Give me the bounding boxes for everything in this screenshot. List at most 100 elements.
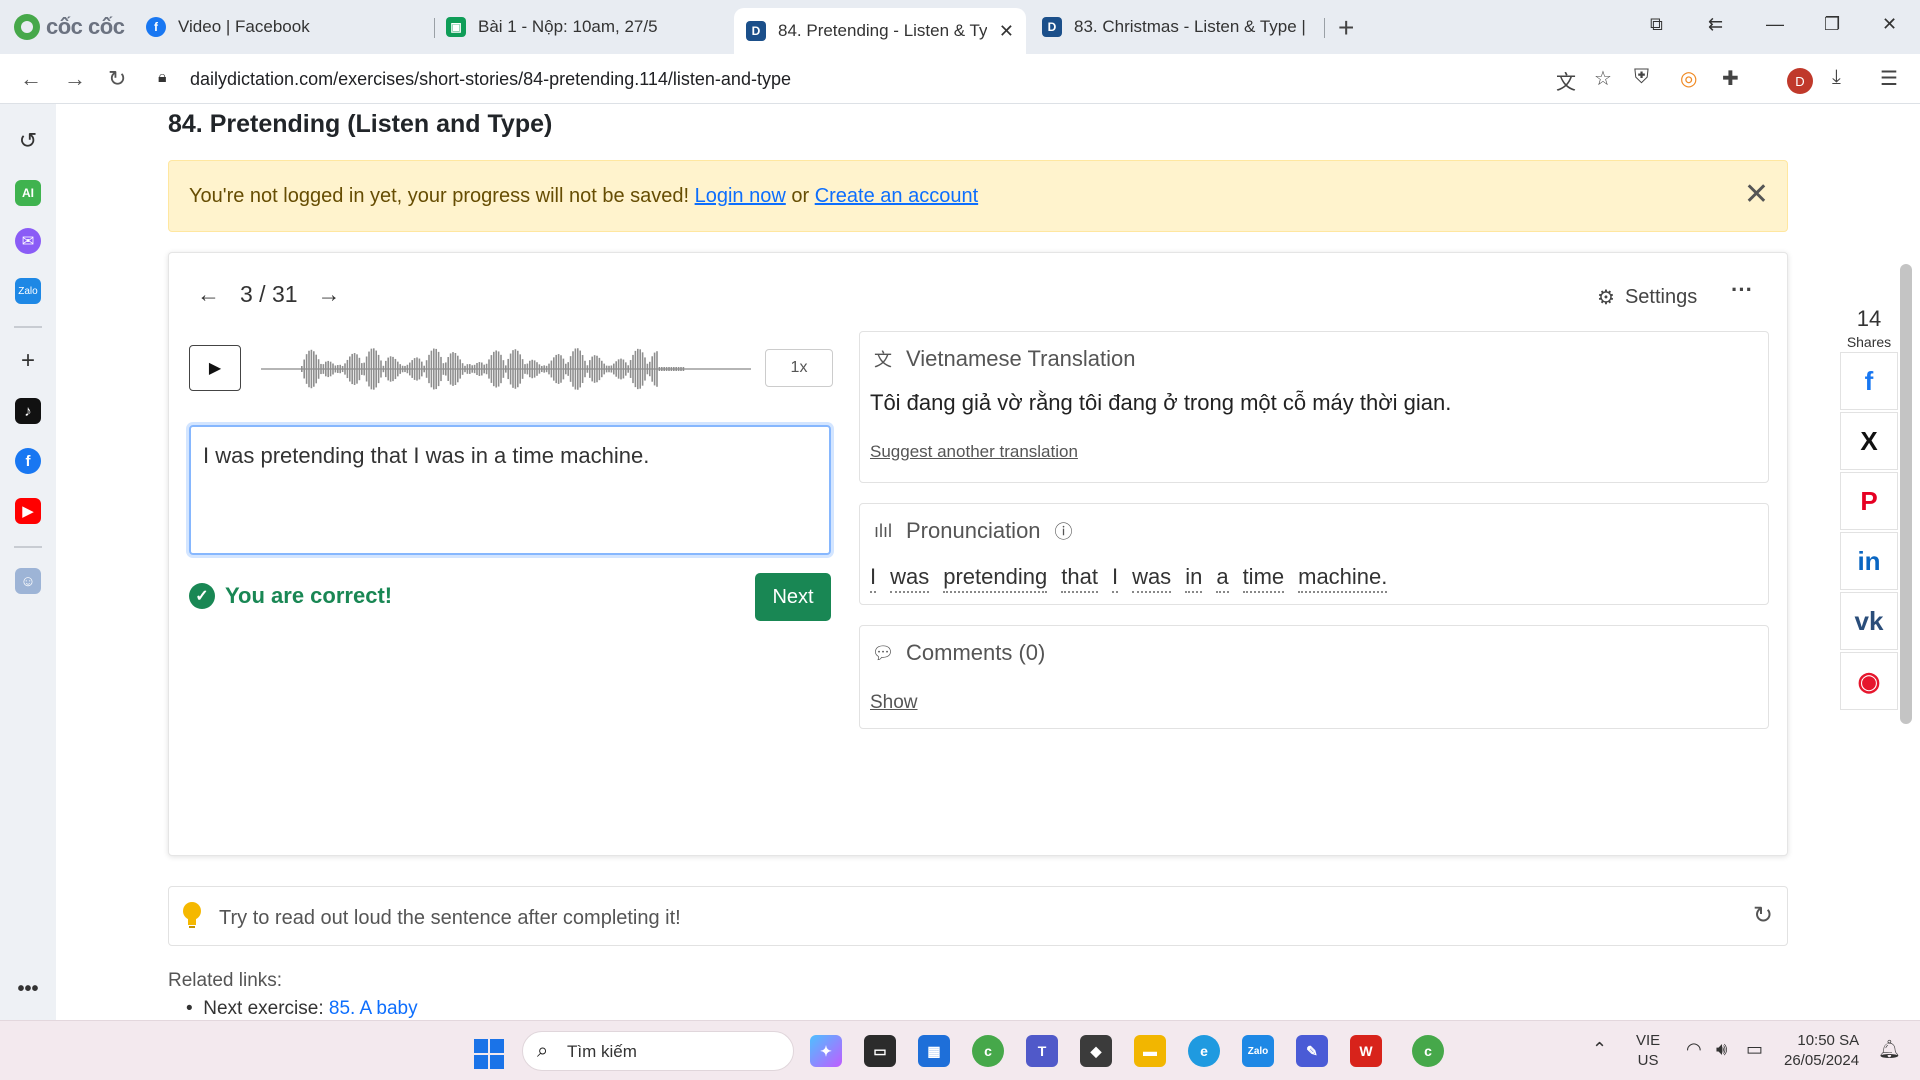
tab-list-icon[interactable]: ⇇ [1708, 14, 1723, 35]
app-cube-icon[interactable]: ◆ [1080, 1035, 1112, 1067]
tab-christmas[interactable]: D 83. Christmas - Listen & Type | Sh [1030, 8, 1320, 46]
waveform-bar [634, 350, 637, 388]
coccoc-taskbar-icon[interactable]: c [972, 1035, 1004, 1067]
next-button[interactable]: Next [755, 573, 831, 621]
playback-speed[interactable]: 1x [765, 349, 833, 387]
youtube-icon[interactable]: ▶ [15, 498, 41, 524]
windows-start-icon[interactable] [474, 1039, 504, 1069]
pronunciation-word[interactable]: I [1111, 564, 1119, 593]
pronunciation-word[interactable]: a [1216, 564, 1229, 593]
battery-icon[interactable]: ▭ [1746, 1039, 1763, 1060]
lock-icon[interactable]: 🔒︎ [158, 69, 167, 87]
pronunciation-word[interactable]: time [1242, 564, 1285, 593]
more-options-icon[interactable]: ··· [1731, 277, 1753, 303]
pronunciation-word[interactable]: machine. [1298, 564, 1388, 593]
store-icon[interactable]: ▦ [918, 1035, 950, 1067]
tab-pretending[interactable]: D 84. Pretending - Listen & Typ ✕ [734, 8, 1026, 54]
audio-waveform[interactable] [261, 345, 751, 393]
wps-icon[interactable]: W [1350, 1035, 1382, 1067]
close-tab-icon[interactable]: ✕ [999, 21, 1014, 42]
ai-icon[interactable]: AI [15, 180, 41, 206]
linkedin-share-button[interactable]: in [1840, 532, 1898, 590]
profile-avatar[interactable]: D [1787, 68, 1813, 94]
waveform-bar [301, 366, 303, 372]
next-exercise-link[interactable]: 85. A baby [329, 998, 418, 1019]
previous-arrow-icon[interactable]: ← [197, 281, 220, 308]
next-arrow-icon[interactable]: → [318, 281, 341, 308]
tray-chevron-icon[interactable]: ⌃ [1592, 1039, 1607, 1060]
tab-facebook[interactable]: f Video | Facebook [134, 8, 434, 46]
taskbar-clock[interactable]: 10:50 SA 26/05/2024 [1784, 1031, 1859, 1071]
file-explorer-icon[interactable]: ▬ [1134, 1035, 1166, 1067]
info-icon[interactable]: ⓘ [1051, 518, 1077, 544]
facebook-share-button[interactable]: f [1840, 352, 1898, 410]
language-indicator[interactable]: VIE US [1636, 1031, 1660, 1071]
messenger-icon[interactable]: ✉ [15, 228, 41, 254]
answer-textarea[interactable]: I was pretending that I was in a time ma… [189, 425, 831, 555]
pinterest-share-button[interactable]: P [1840, 472, 1898, 530]
game-avatar-icon[interactable]: ☺ [15, 568, 41, 594]
vk-share-button[interactable]: vk [1840, 592, 1898, 650]
login-link[interactable]: Login now [695, 185, 786, 207]
extensions-puzzle-icon[interactable]: ✚ [1722, 66, 1739, 91]
pronunciation-word[interactable]: was [890, 564, 930, 593]
minimize-icon[interactable]: — [1766, 14, 1784, 35]
play-button[interactable]: ▶ [189, 345, 241, 391]
close-alert-icon[interactable]: ✕ [1744, 177, 1769, 212]
waveform-bar [373, 348, 375, 390]
coccoc-logo[interactable]: cốc cốc [14, 12, 125, 42]
show-comments-link[interactable]: Show [870, 692, 918, 714]
task-view-icon[interactable]: ▭ [864, 1035, 896, 1067]
extension-ring-icon[interactable]: ◎ [1680, 66, 1697, 91]
history-icon[interactable]: ↺ [15, 128, 41, 154]
copilot-icon[interactable]: ✦ [810, 1035, 842, 1067]
taskbar-search[interactable]: ⌕ Tìm kiếm [522, 1031, 794, 1071]
pronunciation-word[interactable]: was [1132, 564, 1172, 593]
waveform-bar [380, 360, 382, 378]
brand-text: cốc cốc [46, 14, 125, 39]
new-tab-icon[interactable]: + [1338, 12, 1354, 44]
forward-icon[interactable]: → [64, 66, 86, 92]
suggest-translation-link[interactable]: Suggest another translation [870, 442, 1078, 462]
shield-extension-icon[interactable]: ⛨ [1634, 66, 1649, 89]
weibo-share-button[interactable]: ◉ [1840, 652, 1898, 710]
settings-button[interactable]: ⚙ Settings [1597, 285, 1697, 310]
volume-icon[interactable]: 🔊︎ [1716, 1039, 1727, 1060]
waveform-bar [517, 350, 519, 388]
coccoc-active-icon[interactable]: c [1412, 1035, 1444, 1067]
zalo-icon[interactable]: Zalo [1242, 1035, 1274, 1067]
tiktok-icon[interactable]: ♪ [15, 398, 41, 424]
restore-icon[interactable]: ❐ [1824, 14, 1840, 35]
facebook-icon[interactable]: f [15, 448, 41, 474]
pronunciation-word[interactable]: that [1061, 564, 1098, 593]
menu-icon[interactable]: ☰ [1880, 66, 1898, 91]
more-icon[interactable]: ••• [15, 976, 41, 1002]
waveform-bar [512, 350, 514, 388]
pen-app-icon[interactable]: ✎ [1296, 1035, 1328, 1067]
refresh-icon[interactable]: ↻ [1753, 901, 1773, 930]
edge-icon[interactable]: e [1188, 1035, 1220, 1067]
notification-bell-icon[interactable]: 🔔︎ [1878, 1039, 1901, 1060]
tab-classroom[interactable]: ▣ Bài 1 - Nộp: 10am, 27/5 [434, 8, 730, 46]
teams-icon[interactable]: T [1026, 1035, 1058, 1067]
pronunciation-word[interactable]: pretending [943, 564, 1048, 593]
reload-icon[interactable]: ↻ [108, 66, 126, 92]
add-app-icon[interactable]: + [15, 347, 41, 374]
x-share-button[interactable]: X [1840, 412, 1898, 470]
translate-icon[interactable]: 文 [1556, 66, 1576, 95]
close-window-icon[interactable]: ✕ [1882, 14, 1897, 35]
url-field[interactable]: dailydictation.com/exercises/short-stori… [190, 69, 791, 90]
create-account-link[interactable]: Create an account [815, 185, 978, 207]
wifi-icon[interactable]: ◠ [1686, 1039, 1702, 1060]
back-icon[interactable]: ← [20, 66, 42, 92]
waveform-bar [569, 356, 572, 382]
waveform-bar [442, 363, 445, 375]
dailydictation-icon: D [746, 21, 766, 41]
pronunciation-word[interactable]: in [1185, 564, 1203, 593]
page-scrollbar[interactable] [1900, 264, 1912, 724]
bookmark-star-icon[interactable]: ☆ [1594, 66, 1612, 91]
pronunciation-word[interactable]: I [870, 564, 877, 593]
zalo-icon[interactable]: Zalo [15, 278, 41, 304]
download-icon[interactable]: ⤓ [1832, 66, 1841, 89]
screen-capture-icon[interactable]: ⧉ [1650, 14, 1663, 35]
